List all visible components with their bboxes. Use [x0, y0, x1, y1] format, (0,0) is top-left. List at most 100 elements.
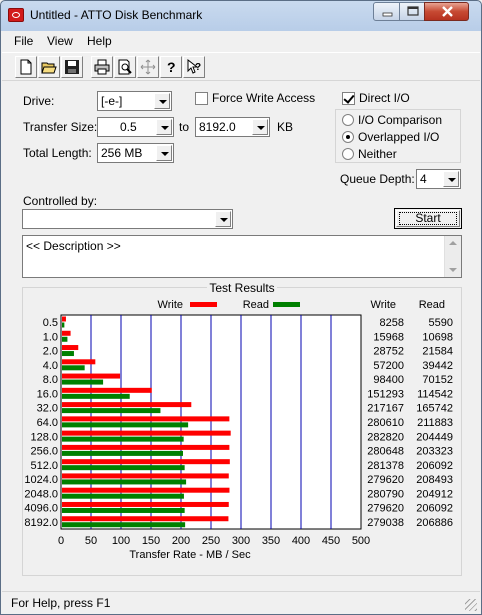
open-icon	[41, 62, 57, 74]
write-bar	[62, 473, 229, 479]
total-length-label: Total Length:	[23, 146, 92, 160]
y-tick-label: 4096.0	[24, 503, 58, 515]
scroll-down-icon[interactable]	[449, 268, 457, 272]
context-help-button[interactable]: ?	[183, 56, 205, 78]
write-bar	[62, 387, 152, 393]
legend-read-label: Read	[243, 299, 269, 311]
description-scrollbar[interactable]	[444, 236, 461, 277]
save-button[interactable]	[61, 56, 83, 78]
toolbar: ? ?	[2, 52, 480, 81]
write-bar	[62, 316, 66, 322]
new-button[interactable]	[15, 56, 37, 78]
write-value-label: 57200	[373, 360, 404, 372]
neither-radio[interactable]	[342, 148, 354, 160]
y-tick-label: 2048.0	[24, 488, 58, 500]
read-bar	[62, 365, 85, 371]
chevron-down-icon[interactable]	[443, 171, 459, 187]
chevron-down-icon[interactable]	[156, 119, 172, 135]
overlapped-io-radio[interactable]	[342, 131, 354, 143]
write-bar	[62, 402, 192, 408]
queue-depth-select[interactable]: 4	[416, 169, 461, 189]
y-tick-label: 4.0	[43, 360, 58, 372]
force-write-label[interactable]: Force Write Access	[212, 91, 315, 105]
print-preview-button[interactable]	[114, 56, 136, 78]
read-bar	[62, 322, 65, 328]
io-comparison-radio[interactable]	[342, 114, 354, 126]
force-write-checkbox[interactable]	[195, 92, 208, 105]
read-value-label: 211883	[417, 417, 453, 429]
chevron-down-icon[interactable]	[252, 119, 268, 135]
io-comparison-label[interactable]: I/O Comparison	[358, 113, 442, 127]
write-value-label: 151293	[367, 388, 404, 400]
direct-io-checkbox[interactable]	[342, 92, 355, 105]
title-bar[interactable]: Untitled - ATTO Disk Benchmark	[1, 1, 481, 29]
svg-text:?: ?	[195, 62, 201, 73]
resize-grip-icon[interactable]	[465, 599, 477, 611]
read-value-label: 5590	[429, 317, 453, 329]
new-icon	[20, 59, 32, 75]
write-bar	[62, 501, 229, 507]
menu-file[interactable]: File	[14, 34, 33, 48]
transfer-size-from-select[interactable]: 0.5	[97, 117, 174, 137]
read-value-label: 204449	[416, 431, 453, 443]
scroll-up-icon[interactable]	[449, 241, 457, 245]
write-bar	[62, 444, 230, 450]
write-value-label: 279620	[367, 503, 404, 515]
chevron-down-icon[interactable]	[154, 93, 170, 109]
drive-select[interactable]: [-e-]	[97, 91, 172, 111]
y-tick-label: 2.0	[43, 346, 58, 358]
write-bar	[62, 416, 230, 422]
transfer-size-to-select[interactable]: 8192.0	[195, 117, 270, 137]
open-button[interactable]	[38, 56, 60, 78]
x-tick-label: 100	[112, 535, 130, 547]
write-value-label: 279038	[367, 517, 404, 529]
write-value-label: 217167	[367, 403, 404, 415]
read-value-label: 21584	[422, 346, 453, 358]
total-length-select[interactable]: 256 MB	[97, 143, 174, 163]
drive-label: Drive:	[23, 94, 55, 108]
read-value-label: 10698	[422, 331, 453, 343]
read-bar	[62, 351, 74, 357]
menu-help[interactable]: Help	[87, 34, 112, 48]
y-tick-label: 32.0	[37, 403, 58, 415]
minimize-button[interactable]	[373, 2, 400, 21]
description-textarea[interactable]: << Description >>	[22, 235, 462, 278]
read-value-label: 204912	[416, 488, 453, 500]
y-tick-label: 1.0	[43, 331, 58, 343]
read-value-label: 39442	[422, 360, 453, 372]
atto-app-icon[interactable]	[8, 8, 24, 22]
close-button[interactable]	[424, 2, 469, 21]
read-bar	[62, 493, 184, 499]
transfer-to-label: to	[179, 120, 190, 134]
overlapped-io-label[interactable]: Overlapped I/O	[358, 130, 439, 144]
y-tick-label: 8.0	[43, 374, 58, 386]
print-icon	[94, 59, 110, 75]
read-bar	[62, 393, 130, 399]
window-title: Untitled - ATTO Disk Benchmark	[30, 8, 203, 22]
read-value-label: 206092	[416, 460, 453, 472]
write-value-label: 15968	[373, 331, 404, 343]
move-button[interactable]	[137, 56, 159, 78]
read-value-label: 206092	[416, 503, 453, 515]
read-value-label: 70152	[422, 374, 453, 386]
neither-label[interactable]: Neither	[358, 147, 397, 161]
menu-view[interactable]: View	[47, 34, 73, 48]
write-bar	[62, 373, 121, 379]
x-tick-label: 300	[232, 535, 250, 547]
help-button[interactable]: ?	[160, 56, 182, 78]
transfer-size-from-value: 0.5	[120, 120, 137, 134]
write-bar	[62, 330, 71, 336]
help-icon: ?	[167, 59, 176, 75]
print-button[interactable]	[91, 56, 113, 78]
chevron-down-icon[interactable]	[215, 211, 231, 227]
write-bar	[62, 516, 229, 522]
start-button[interactable]: Start	[394, 208, 462, 229]
controlled-by-select[interactable]	[22, 209, 233, 229]
test-results-panel: Test Results Write Read Write Read 0.5 8258 55…	[22, 281, 462, 576]
read-bar	[62, 507, 185, 513]
chevron-down-icon[interactable]	[156, 145, 172, 161]
write-value-label: 280648	[367, 446, 404, 458]
direct-io-label[interactable]: Direct I/O	[359, 91, 410, 105]
x-axis-label: Transfer Rate - MB / Sec	[129, 549, 251, 561]
maximize-button[interactable]	[399, 2, 425, 21]
